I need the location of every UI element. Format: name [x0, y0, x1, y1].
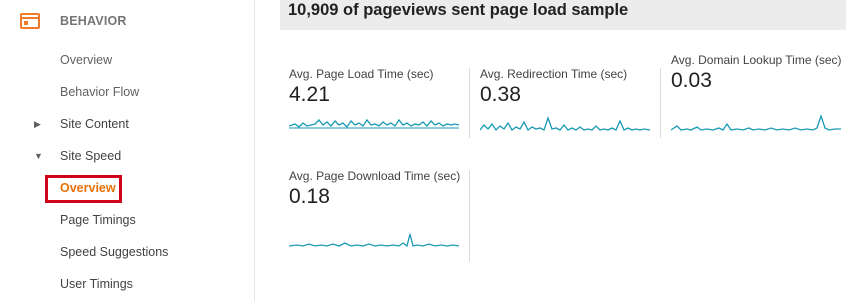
sidebar-item-label: Behavior Flow	[60, 85, 140, 99]
behavior-section-label: BEHAVIOR	[60, 14, 127, 28]
sidebar: BEHAVIOR Overview Behavior Flow ▶ Site C…	[0, 0, 255, 301]
sidebar-item-label: User Timings	[60, 277, 133, 291]
sidebar-item-overview[interactable]: Overview	[0, 48, 254, 72]
metric-redirection-time[interactable]: Avg. Redirection Time (sec) 0.38	[480, 68, 656, 168]
metric-value: 4.21	[289, 83, 330, 106]
metric-domain-lookup-time[interactable]: Avg. Domain Lookup Time (sec) 0.03	[671, 54, 846, 154]
metric-divider	[469, 170, 470, 262]
sidebar-item-speed-suggestions[interactable]: Speed Suggestions	[0, 240, 254, 264]
metric-label: Avg. Page Load Time (sec)	[289, 67, 434, 81]
sparkline	[289, 118, 459, 129]
metric-page-download-time[interactable]: Avg. Page Download Time (sec) 0.18	[289, 170, 465, 270]
metric-divider	[469, 68, 470, 138]
sidebar-item-label: Speed Suggestions	[60, 245, 169, 259]
behavior-icon	[20, 13, 40, 29]
page-title: 10,909 of pageviews sent page load sampl…	[288, 1, 629, 19]
chevron-down-icon: ▼	[34, 151, 43, 161]
active-item-highlight	[45, 175, 122, 203]
sidebar-item-label: Overview	[60, 53, 113, 67]
sidebar-item-site-speed-overview[interactable]: Overview	[0, 176, 254, 200]
chevron-right-icon: ▶	[34, 118, 41, 129]
sidebar-item-user-timings[interactable]: User Timings	[0, 272, 254, 296]
metric-value: 0.18	[289, 185, 330, 208]
sidebar-item-site-speed[interactable]: ▼ Site Speed	[0, 144, 254, 168]
sidebar-item-label: Site Content	[60, 117, 129, 131]
metric-value: 0.38	[480, 83, 521, 106]
metric-label: Avg. Redirection Time (sec)	[480, 67, 628, 81]
main-content: 10,909 of pageviews sent page load sampl…	[256, 0, 846, 301]
behavior-section-header[interactable]: BEHAVIOR	[20, 12, 126, 30]
sidebar-item-page-timings[interactable]: Page Timings	[0, 208, 254, 232]
metric-value: 0.03	[671, 69, 712, 92]
sidebar-item-label: Site Speed	[60, 149, 122, 163]
sparkline	[480, 116, 650, 132]
metric-label: Avg. Domain Lookup Time (sec)	[671, 53, 842, 67]
sample-header: 10,909 of pageviews sent page load sampl…	[280, 0, 846, 30]
metric-page-load-time[interactable]: Avg. Page Load Time (sec) 4.21	[289, 68, 465, 168]
sidebar-item-site-content[interactable]: ▶ Site Content	[0, 112, 254, 136]
sidebar-item-behavior-flow[interactable]: Behavior Flow	[0, 80, 254, 104]
sparkline	[289, 233, 459, 248]
metric-label: Avg. Page Download Time (sec)	[289, 169, 461, 183]
sparkline	[671, 114, 841, 131]
sidebar-item-label: Page Timings	[60, 213, 136, 227]
metric-divider	[660, 68, 661, 138]
